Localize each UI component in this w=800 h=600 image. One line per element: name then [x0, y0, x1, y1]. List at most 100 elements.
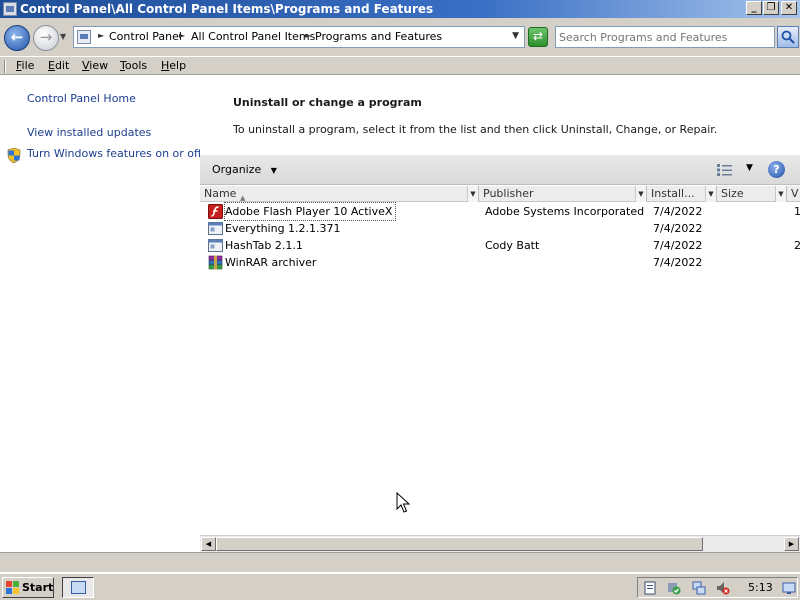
program-install-date: 7/4/2022	[653, 222, 703, 235]
breadcrumb-control-panel[interactable]: Control Panel	[109, 30, 182, 43]
table-row[interactable]: Everything 1.2.1.371 7/4/2022	[200, 220, 800, 237]
menu-file[interactable]: File	[16, 59, 34, 72]
winrar-icon	[208, 255, 223, 270]
network-icon[interactable]	[692, 581, 706, 595]
help-icon[interactable]: ?	[768, 161, 785, 178]
column-publisher[interactable]: Publisher ▼	[479, 186, 647, 202]
views-icon[interactable]	[717, 164, 733, 176]
organize-label: Organize	[212, 163, 262, 176]
program-publisher: Adobe Systems Incorporated	[485, 205, 645, 218]
flash-icon	[208, 204, 223, 219]
breadcrumb-programs-features[interactable]: Programs and Features	[315, 30, 442, 43]
security-check-icon[interactable]	[667, 581, 681, 595]
column-filter-icon[interactable]: ▼	[705, 186, 716, 202]
program-icon	[208, 239, 223, 252]
organize-button[interactable]: Organize ▼	[212, 163, 277, 176]
table-row[interactable]: HashTab 2.1.1 Cody Batt 7/4/2022 2	[200, 237, 800, 254]
close-button[interactable]: ✕	[781, 1, 797, 15]
refresh-button[interactable]: ⇄	[528, 27, 548, 47]
chevron-down-icon: ▼	[270, 166, 277, 175]
menu-edit[interactable]: Edit	[48, 59, 69, 72]
window-title: Control Panel\All Control Panel Items\Pr…	[20, 2, 434, 16]
address-toolbar: ← → ▼ ► Control Panel ► All Control Pane…	[0, 18, 800, 56]
control-panel-icon	[3, 2, 17, 16]
system-tray: 5:13	[637, 577, 798, 598]
search-box[interactable]	[555, 26, 775, 48]
start-label: Start	[22, 581, 54, 594]
command-bar: Organize ▼ ▼ ?	[200, 155, 800, 185]
chevron-right-icon[interactable]: ►	[305, 31, 311, 40]
maximize-button[interactable]: ❐	[763, 1, 779, 15]
volume-muted-icon[interactable]	[716, 581, 730, 595]
program-name: HashTab 2.1.1	[225, 239, 303, 252]
windows-features-link[interactable]: Turn Windows features on or off	[27, 147, 202, 160]
scroll-right-button[interactable]: ▶	[784, 537, 799, 551]
menu-view[interactable]: View	[82, 59, 108, 72]
column-filter-icon[interactable]: ▼	[467, 186, 478, 202]
menu-tools[interactable]: Tools	[120, 59, 147, 72]
address-dropdown-icon[interactable]: ▼	[512, 31, 519, 41]
program-install-date: 7/4/2022	[653, 205, 703, 218]
minimize-button[interactable]: _	[746, 1, 762, 15]
search-input[interactable]	[559, 29, 771, 45]
forward-button[interactable]: →	[33, 25, 59, 51]
tasks-pane: Control Panel Home View installed update…	[0, 76, 202, 552]
program-publisher: Cody Batt	[485, 239, 540, 252]
taskbar-control-panel-button[interactable]	[62, 577, 94, 598]
document-icon[interactable]	[643, 581, 657, 595]
scroll-left-button[interactable]: ◀	[201, 537, 216, 551]
column-label: Name	[204, 187, 237, 200]
chevron-right-icon[interactable]: ►	[98, 31, 104, 40]
page-title: Uninstall or change a program	[233, 96, 422, 109]
horizontal-scrollbar[interactable]: ◀ ▶	[200, 535, 800, 552]
taskbar: Start 5:13	[0, 573, 800, 600]
menu-bar: File Edit View Tools Help	[0, 56, 800, 75]
windows-logo-icon	[6, 581, 19, 594]
search-icon	[781, 30, 795, 44]
program-version: 2	[794, 239, 800, 252]
start-button[interactable]: Start	[2, 577, 54, 598]
toolbar-grip[interactable]	[4, 60, 6, 73]
recent-pages-dropdown[interactable]: ▼	[60, 32, 66, 41]
sort-ascending-icon: ▲	[240, 194, 246, 202]
views-dropdown-icon[interactable]: ▼	[746, 163, 753, 173]
instructions-text: To uninstall a program, select it from t…	[233, 123, 718, 136]
show-desktop-icon[interactable]	[782, 581, 796, 595]
view-installed-updates-link[interactable]: View installed updates	[27, 126, 151, 139]
program-install-date: 7/4/2022	[653, 239, 703, 252]
control-panel-icon	[77, 30, 91, 44]
program-name: Everything 1.2.1.371	[225, 222, 341, 235]
clock[interactable]: 5:13	[748, 581, 773, 594]
back-button[interactable]: ←	[4, 25, 30, 51]
control-panel-home-link[interactable]: Control Panel Home	[27, 92, 136, 105]
chevron-right-icon[interactable]: ►	[179, 31, 185, 40]
column-label: Publisher	[483, 187, 534, 200]
column-size[interactable]: Size ▼	[717, 186, 787, 202]
column-filter-icon[interactable]: ▼	[775, 186, 786, 202]
column-header: Name ▲ ▼ Publisher ▼ Install... ▼ Size ▼…	[200, 186, 800, 202]
control-panel-icon	[71, 581, 86, 594]
column-label: Install...	[651, 187, 695, 200]
column-label: Size	[721, 187, 744, 200]
program-name: WinRAR archiver	[225, 256, 317, 269]
status-bar	[0, 552, 800, 572]
shield-icon	[7, 148, 21, 163]
column-installed-on[interactable]: Install... ▼	[647, 186, 717, 202]
table-row[interactable]: WinRAR archiver 7/4/2022	[200, 254, 800, 271]
address-bar[interactable]: ► Control Panel ► All Control Panel Item…	[73, 26, 525, 48]
column-label: V	[791, 187, 799, 200]
title-bar[interactable]: Control Panel\All Control Panel Items\Pr…	[0, 0, 800, 18]
programs-pane: Uninstall or change a program To uninsta…	[200, 76, 800, 552]
table-row[interactable]: Adobe Flash Player 10 ActiveX Adobe Syst…	[200, 202, 800, 221]
column-filter-icon[interactable]: ▼	[635, 186, 646, 202]
breadcrumb-all-items[interactable]: All Control Panel Items	[191, 30, 315, 43]
column-name[interactable]: Name ▲ ▼	[200, 186, 479, 202]
menu-help[interactable]: Help	[161, 59, 186, 72]
scrollbar-thumb[interactable]	[216, 537, 703, 551]
program-name: Adobe Flash Player 10 ActiveX	[223, 202, 397, 221]
program-version: 1	[794, 205, 800, 218]
column-version[interactable]: V	[787, 186, 800, 202]
mouse-cursor-icon	[396, 492, 410, 513]
program-icon	[208, 222, 223, 235]
search-button[interactable]	[777, 26, 799, 48]
